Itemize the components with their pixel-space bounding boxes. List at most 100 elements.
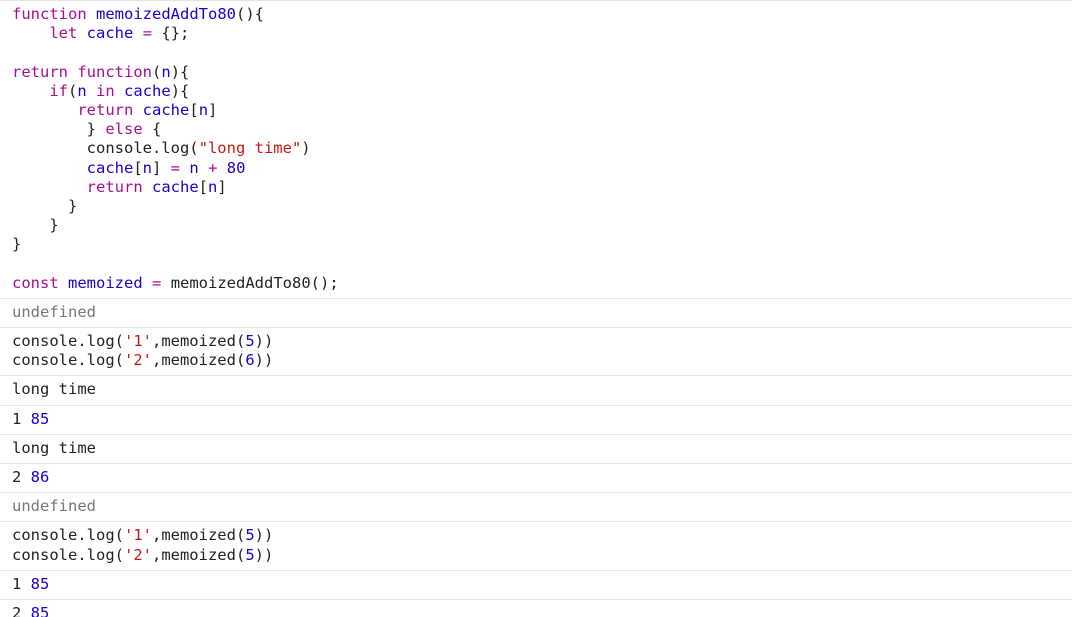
code-token: 85: [30, 574, 50, 593]
code-token: 86: [30, 467, 50, 486]
console-log-message: 2 85: [0, 600, 1072, 617]
code-token: 5: [245, 526, 255, 545]
code-token: =: [170, 158, 181, 177]
code-token: in: [96, 81, 115, 100]
code-line: console.log('2',memoized(5)): [12, 546, 1060, 565]
console-result-undefined: undefined: [0, 493, 1072, 523]
code-line: const memoized = memoizedAddTo80();: [12, 274, 1060, 293]
code-line: let cache = {};: [12, 24, 1060, 43]
code-token: let: [49, 24, 78, 43]
code-token: ]: [217, 177, 227, 196]
code-token: memoized: [68, 273, 143, 292]
code-token: =: [142, 24, 153, 43]
code-token: n: [208, 177, 218, 196]
code-token: long time: [12, 380, 96, 399]
code-token: console.log(: [12, 526, 124, 545]
code-line: console.log('1',memoized(5)): [12, 526, 1060, 545]
code-token: ]: [208, 100, 218, 119]
code-token: ,memoized(: [151, 351, 246, 370]
code-line: console.log("long time"): [12, 139, 1060, 158]
console-log-message: long time: [0, 435, 1072, 464]
code-token: )): [254, 332, 274, 350]
console-log-message: 1 85: [0, 406, 1072, 435]
code-token: '1': [123, 526, 152, 545]
code-token: function: [12, 5, 87, 23]
code-line: }: [12, 197, 1060, 216]
code-token: '1': [123, 332, 152, 350]
log-text: long time: [12, 380, 1060, 399]
code-line: return cache[n]: [12, 178, 1060, 197]
log-text: 2 85: [12, 604, 1060, 617]
code-token: return: [12, 62, 68, 81]
code-token: ,memoized(: [151, 526, 246, 545]
code-token: [: [189, 100, 199, 119]
code-token: )): [254, 545, 274, 564]
code-token: (){: [235, 5, 264, 23]
code-token: 1: [12, 574, 31, 593]
code-token: function: [77, 62, 152, 81]
console-panel: function memoizedAddTo80(){ let cache = …: [0, 1, 1072, 617]
code-line: }: [12, 216, 1060, 235]
code-token: ,memoized(: [151, 332, 246, 350]
code-token: console.log(: [12, 545, 124, 564]
console-log-message: long time: [0, 376, 1072, 406]
code-token: }: [12, 120, 106, 139]
code-line: function memoizedAddTo80(){: [12, 5, 1060, 24]
code-token: n: [77, 81, 87, 100]
code-token: n: [198, 100, 209, 119]
code-token: 2: [12, 603, 31, 617]
result-text: undefined: [12, 302, 96, 321]
code-token: memoizedAddTo80: [96, 5, 236, 23]
console-input-entry: console.log('1',memoized(5)) console.log(…: [0, 522, 1072, 571]
code-token: {: [142, 120, 162, 139]
console-input-entry: function memoizedAddTo80(){ let cache = …: [0, 1, 1072, 299]
code-token: if: [49, 81, 68, 100]
code-token: '2': [123, 545, 152, 564]
code-token: }: [12, 196, 78, 215]
log-text: 1 85: [12, 410, 1060, 429]
code-token: ,memoized(: [151, 545, 246, 564]
code-token: else: [105, 120, 143, 139]
code-token: n: [142, 158, 153, 177]
code-line: return cache[n]: [12, 101, 1060, 120]
code-token: cache: [86, 158, 134, 177]
code-token: 85: [30, 603, 50, 617]
code-token: +: [208, 158, 218, 177]
console-log-message: 2 86: [0, 464, 1072, 494]
code-token: return: [77, 100, 134, 119]
code-line: } else {: [12, 120, 1060, 139]
code-line: console.log('2',memoized(6)): [12, 351, 1060, 370]
code-token: cache: [142, 100, 190, 119]
code-token: cache: [124, 81, 171, 100]
code-token: '2': [123, 351, 152, 370]
code-line: console.log('1',memoized(5)): [12, 332, 1060, 351]
code-line: if(n in cache){: [12, 82, 1060, 101]
code-token: )): [254, 526, 274, 545]
code-token: [: [133, 158, 143, 177]
code-token: const: [12, 273, 59, 292]
code-token: "long time": [198, 139, 302, 158]
code-token: memoizedAddTo80();: [161, 273, 339, 292]
code-token: n: [161, 62, 171, 81]
code-token: ){: [170, 62, 190, 81]
code-token: ){: [170, 81, 190, 100]
code-token: ): [301, 139, 311, 158]
code-token: ]: [152, 158, 171, 177]
code-token: return: [86, 177, 143, 196]
code-line: }: [12, 235, 1060, 254]
log-text: 1 85: [12, 575, 1060, 594]
code-line: return function(n){: [12, 63, 1060, 82]
code-token: long time: [12, 438, 96, 457]
